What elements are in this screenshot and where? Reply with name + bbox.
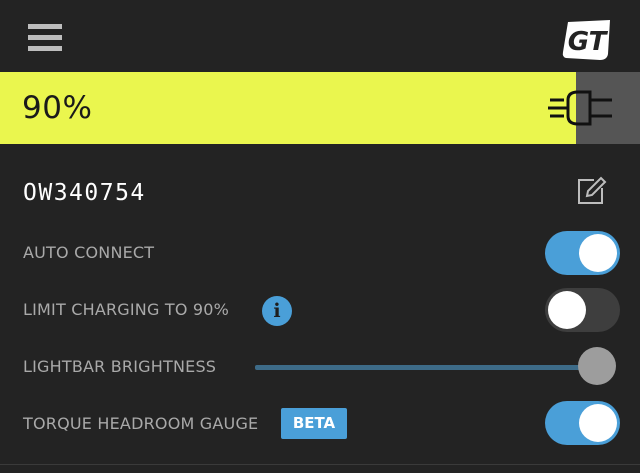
toggle-knob — [579, 404, 617, 442]
lightbar-brightness-slider[interactable] — [255, 365, 597, 370]
top-bar: GT — [0, 0, 640, 72]
info-icon[interactable]: i — [262, 296, 292, 326]
auto-connect-toggle[interactable] — [545, 231, 620, 275]
plug-icon — [548, 90, 612, 126]
divider — [0, 464, 640, 465]
limit-charging-toggle[interactable] — [545, 288, 620, 332]
device-name: OW340754 — [23, 180, 146, 206]
slider-thumb[interactable] — [578, 347, 616, 385]
lightbar-brightness-label: LIGHTBAR BRIGHTNESS — [23, 357, 217, 376]
torque-headroom-gauge-toggle[interactable] — [545, 401, 620, 445]
toggle-knob — [579, 234, 617, 272]
edit-icon[interactable] — [574, 174, 608, 208]
torque-headroom-gauge-label: TORQUE HEADROOM GAUGE — [23, 414, 259, 433]
logo-text: GT — [568, 27, 609, 57]
limit-charging-label: LIMIT CHARGING TO 90% — [23, 300, 230, 319]
auto-connect-label: AUTO CONNECT — [23, 243, 155, 262]
battery-percent-label: 90% — [22, 90, 93, 126]
gt-logo: GT — [562, 20, 610, 60]
hamburger-menu-icon[interactable] — [28, 24, 62, 52]
battery-level-bar: 90% — [0, 72, 640, 144]
beta-badge: BETA — [281, 408, 347, 439]
toggle-knob — [548, 291, 586, 329]
